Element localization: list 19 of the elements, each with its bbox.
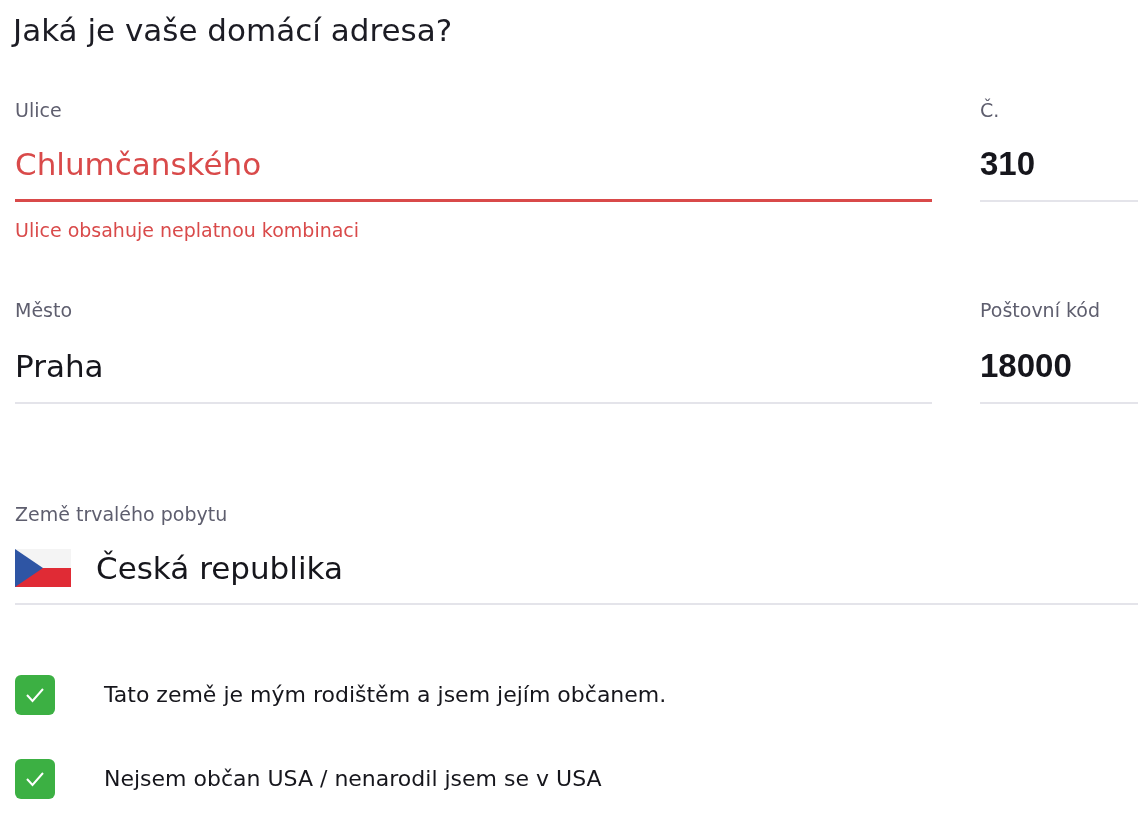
input-field[interactable]: 310 [980,124,1138,202]
checkmark-icon [25,771,45,787]
field-label: Země trvalého pobytu [15,502,228,527]
checkbox-label: Tato země je mým rodištěm a jsem jejím občanem. [104,681,667,709]
input-field[interactable]: 18000 [980,324,1138,404]
field-label: Ulice [15,98,62,123]
checkmark-icon [25,687,45,703]
flag-icon [15,549,71,587]
checkbox[interactable] [15,675,55,715]
page-title: Jaká je vaše domácí adresa? [13,11,453,50]
error-message: Ulice obsahuje neplatnou kombinaci [15,218,360,243]
checkbox-label: Nejsem občan USA / nenarodil jsem se v USA [104,765,602,793]
input-field[interactable]: Chlumčanského [15,124,932,202]
input-field[interactable]: Praha [15,324,932,404]
checkbox[interactable] [15,759,55,799]
field-label: Město [15,298,73,323]
field-label: Č. [980,97,1000,123]
country-select[interactable]: Česká republika [15,528,1138,605]
field-label: Poštovní kód [980,298,1100,323]
